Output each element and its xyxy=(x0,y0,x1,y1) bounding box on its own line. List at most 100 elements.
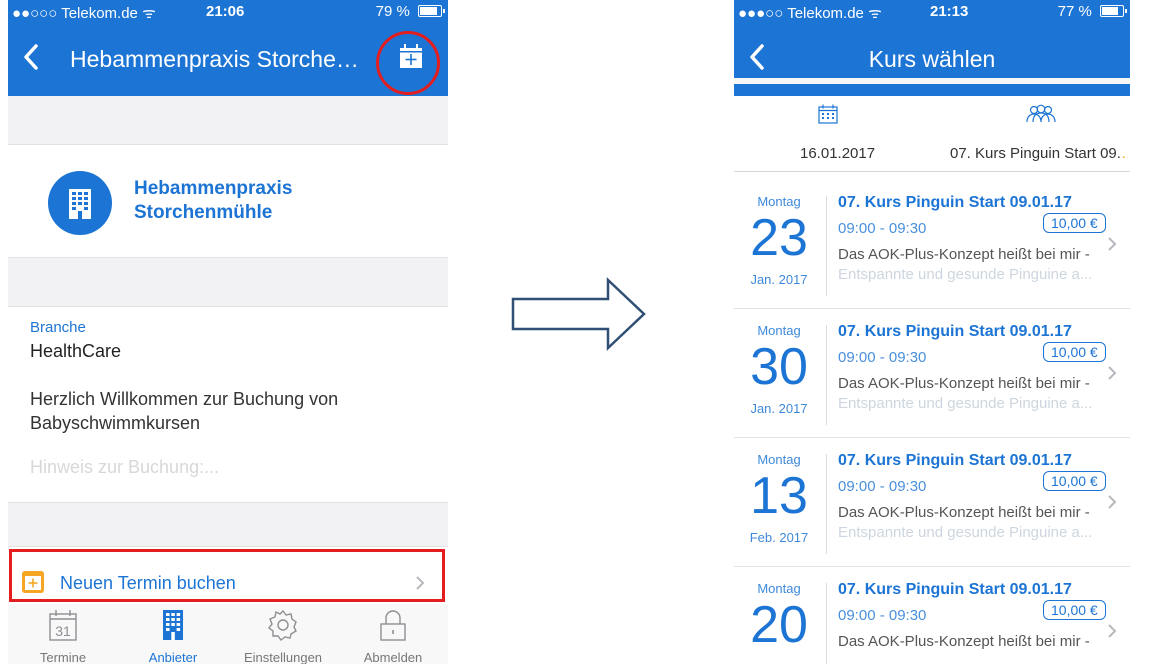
course-weekday: Montag xyxy=(757,194,801,209)
nav-bar: Kurs wählen xyxy=(734,22,1130,96)
spacer-band xyxy=(8,258,448,307)
course-description: Das AOK-Plus-Konzept heißt bei mir - xyxy=(838,375,1090,392)
provider-name: Hebammenpraxis Storchenmühle xyxy=(134,177,334,225)
industry-value: HealthCare xyxy=(30,341,122,361)
course-description-faded: Entspannte und gesunde Pinguine a... xyxy=(838,266,1093,283)
course-time: 09:00 - 09:30 xyxy=(838,349,927,366)
tab-bar: 31 Termine Anbieter Einstellungen Abmeld… xyxy=(8,604,448,664)
row-separator xyxy=(826,196,827,296)
course-row[interactable]: Montag 30 Jan. 2017 07. Kurs Pinguin Start … xyxy=(734,309,1130,438)
price-badge: 10,00 € xyxy=(1043,342,1106,362)
status-bar: ●●○○○ Telekom.de ᯤ 21:06 79 % xyxy=(8,0,448,22)
carrier-label: ●●●○○ Telekom.de ᯤ xyxy=(738,5,882,22)
booking-hint[interactable]: Hinweis zur Buchung:... xyxy=(30,457,219,478)
course-time: 09:00 - 09:30 xyxy=(838,220,927,237)
highlight-rectangle xyxy=(9,549,445,602)
provider-info: Branche HealthCare Herzlich Willkommen z… xyxy=(8,307,448,503)
course-day: 13 xyxy=(750,467,808,525)
filter-ellipsis: … xyxy=(1121,145,1128,162)
chevron-right-icon xyxy=(1108,495,1117,509)
provider-name-line2: Storchenmühle xyxy=(134,202,273,223)
calendar-icon: 31 xyxy=(49,610,77,641)
course-time: 09:00 - 09:30 xyxy=(838,478,927,495)
course-weekday: Montag xyxy=(757,581,801,596)
row-separator xyxy=(826,583,827,664)
filter-date[interactable]: 16.01.2017 xyxy=(800,145,875,162)
provider-name-line1: Hebammenpraxis xyxy=(134,178,293,199)
page-title: Hebammenpraxis Storche… xyxy=(70,46,359,72)
battery-percent: 77 % xyxy=(1057,3,1092,20)
battery-percent: 79 % xyxy=(375,3,410,20)
tab-label-anbieter: Anbieter xyxy=(148,650,198,664)
calendar-icon[interactable] xyxy=(818,104,838,124)
highlight-circle xyxy=(376,31,440,95)
divider xyxy=(734,78,1130,84)
course-description: Das AOK-Plus-Konzept heißt bei mir - xyxy=(838,246,1090,263)
chevron-right-icon xyxy=(1108,624,1117,638)
course-description: Das AOK-Plus-Konzept heißt bei mir - xyxy=(838,633,1090,650)
course-day: 30 xyxy=(750,338,808,396)
filter-course[interactable]: 07. Kurs Pinguin Start 09.… xyxy=(950,145,1128,162)
tab-label-abmelden: Abmelden xyxy=(363,650,423,664)
battery-status: 77 % xyxy=(1057,3,1127,20)
spacer-band xyxy=(8,96,448,145)
course-title: 07. Kurs Pinguin Start 09.01.17 xyxy=(838,452,1072,469)
course-row[interactable]: Montag 20 07. Kurs Pinguin Start 09.01.17 0… xyxy=(734,567,1130,664)
course-title: 07. Kurs Pinguin Start 09.01.17 xyxy=(838,194,1072,211)
course-month: Feb. 2017 xyxy=(749,530,809,545)
tab-anbieter[interactable]: Anbieter xyxy=(118,608,228,664)
price-badge: 10,00 € xyxy=(1043,600,1106,620)
course-description: Das AOK-Plus-Konzept heißt bei mir - xyxy=(838,504,1090,521)
tab-abmelden[interactable]: Abmelden xyxy=(338,608,448,664)
tab-termine[interactable]: 31 Termine xyxy=(8,608,118,664)
filter-bar: 16.01.2017 07. Kurs Pinguin Start 09.… xyxy=(734,96,1130,172)
tab-label-einstellungen: Einstellungen xyxy=(243,650,323,664)
battery-icon xyxy=(418,5,445,17)
spacer-band xyxy=(8,503,448,547)
back-chevron-icon[interactable] xyxy=(18,42,48,72)
course-time: 09:00 - 09:30 xyxy=(838,607,927,624)
course-month: Jan. 2017 xyxy=(750,401,808,416)
course-day: 20 xyxy=(750,596,808,654)
course-weekday: Montag xyxy=(757,452,801,467)
row-separator xyxy=(826,454,827,554)
status-bar: ●●●○○ Telekom.de ᯤ 21:13 77 % xyxy=(734,0,1130,22)
building-icon xyxy=(163,610,183,640)
chevron-right-icon xyxy=(1108,237,1117,251)
battery-status: 79 % xyxy=(375,3,445,20)
course-row[interactable]: Montag 23 Jan. 2017 07. Kurs Pinguin Start … xyxy=(734,180,1130,309)
tab-einstellungen[interactable]: Einstellungen xyxy=(228,608,338,664)
lock-icon xyxy=(380,610,406,641)
chevron-right-icon xyxy=(1108,366,1117,380)
price-badge: 10,00 € xyxy=(1043,471,1106,491)
course-weekday: Montag xyxy=(757,323,801,338)
right-arrow-icon xyxy=(511,277,646,351)
calendar-day-number: 31 xyxy=(55,623,71,639)
group-icon[interactable] xyxy=(1026,104,1056,124)
course-title: 07. Kurs Pinguin Start 09.01.17 xyxy=(838,323,1072,340)
carrier-label: ●●○○○ Telekom.de ᯤ xyxy=(12,5,156,22)
clock: 21:06 xyxy=(206,3,245,20)
nav-bar: Hebammenpraxis Storche… xyxy=(8,22,448,96)
welcome-line1: Herzlich Willkommen zur Buchung von xyxy=(30,389,339,409)
industry-label: Branche xyxy=(30,319,86,336)
course-selection-screen: ●●●○○ Telekom.de ᯤ 21:13 77 % Kurs wähle… xyxy=(734,0,1130,664)
battery-icon xyxy=(1100,5,1127,17)
course-row[interactable]: Montag 13 Feb. 2017 07. Kurs Pinguin Start … xyxy=(734,438,1130,567)
course-month: Jan. 2017 xyxy=(750,272,808,287)
welcome-line2: Babyschwimmkursen xyxy=(30,413,201,433)
page-title: Kurs wählen xyxy=(868,46,996,72)
building-icon xyxy=(48,171,112,235)
clock: 21:13 xyxy=(930,3,969,20)
tab-label-termine: Termine xyxy=(39,650,87,664)
row-separator xyxy=(826,325,827,425)
price-badge: 10,00 € xyxy=(1043,213,1106,233)
course-description-faded: Entspannte und gesunde Pinguine a... xyxy=(838,524,1093,541)
provider-screen: ●●○○○ Telekom.de ᯤ 21:06 79 % Hebammenpr… xyxy=(8,0,448,664)
course-day: 23 xyxy=(750,209,808,267)
welcome-text: Herzlich Willkommen zur Buchung von Baby… xyxy=(30,387,410,435)
filter-course-label: 07. Kurs Pinguin Start 09. xyxy=(950,145,1121,162)
provider-header: Hebammenpraxis Storchenmühle xyxy=(8,145,448,258)
course-title: 07. Kurs Pinguin Start 09.01.17 xyxy=(838,581,1072,598)
gear-icon xyxy=(268,609,297,641)
